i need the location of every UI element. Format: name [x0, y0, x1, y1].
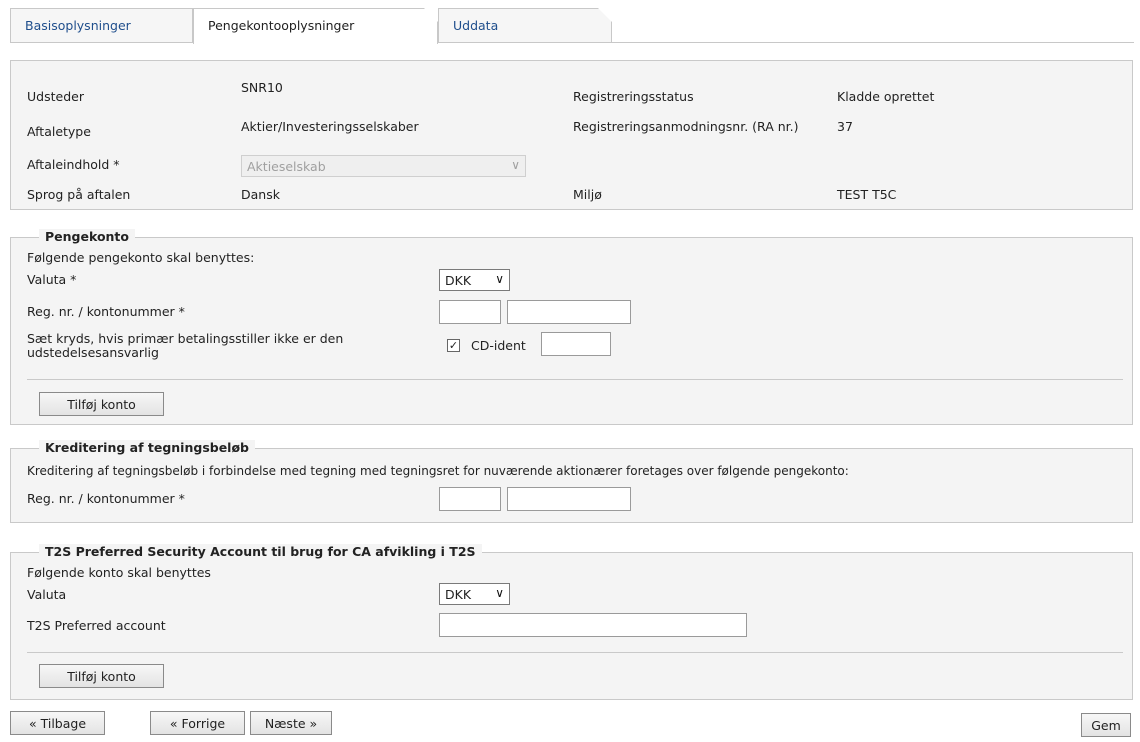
regstatus-label: Registreringsstatus — [573, 89, 694, 104]
t2s-add-konto-button[interactable]: Tilføj konto — [39, 664, 164, 688]
pengekonto-legend: Pengekonto — [39, 229, 135, 244]
kreditering-kontonummer-input[interactable] — [507, 487, 631, 511]
t2s-account-label: T2S Preferred account — [27, 618, 166, 633]
tab-label: Uddata — [453, 18, 499, 33]
kreditering-regnr-label: Reg. nr. / kontonummer * — [27, 491, 185, 506]
divider — [27, 652, 1123, 653]
t2s-valuta-label: Valuta — [27, 587, 67, 602]
tab-corner-fold — [598, 8, 612, 22]
aftaleindhold-selected: Aktieselskab — [247, 159, 326, 174]
t2s-valuta-selected: DKK — [445, 587, 472, 602]
aftaletype-label: Aftaletype — [27, 124, 91, 139]
kreditering-regnr-input[interactable] — [439, 487, 501, 511]
valuta-label: Valuta * — [27, 272, 77, 287]
tab-corner-fold — [424, 8, 438, 22]
tab-pengekontooplysninger[interactable]: Pengekontooplysninger — [193, 8, 438, 44]
tabbar-divider — [10, 42, 1134, 43]
chevron-down-icon: ∨ — [511, 158, 520, 172]
cdident-input[interactable] — [541, 332, 611, 356]
aftaleindhold-label: Aftaleindhold * — [27, 157, 120, 172]
gem-button[interactable]: Gem — [1081, 713, 1131, 737]
aftaletype-value: Aktier/Investeringsselskaber — [241, 119, 419, 134]
aftaleindhold-select[interactable]: Aktieselskab ∨ — [241, 155, 526, 177]
forrige-button[interactable]: « Forrige — [150, 711, 245, 735]
naeste-button[interactable]: Næste » — [250, 711, 332, 735]
miljo-value: TEST T5C — [837, 187, 897, 202]
sprog-value: Dansk — [241, 187, 280, 202]
regstatus-value: Kladde oprettet — [837, 89, 935, 104]
kreditering-legend: Kreditering af tegningsbeløb — [39, 440, 256, 455]
udsteder-value: SNR10 — [241, 80, 283, 95]
tab-uddata[interactable]: Uddata — [438, 8, 612, 42]
add-konto-button[interactable]: Tilføj konto — [39, 392, 164, 416]
cdident-label: CD-ident — [471, 338, 526, 353]
kontonummer-input[interactable] — [507, 300, 631, 324]
t2s-intro: Følgende konto skal benyttes — [27, 565, 211, 580]
tilbage-button[interactable]: « Tilbage — [10, 711, 105, 735]
t2s-legend: T2S Preferred Security Account til brug … — [39, 544, 482, 559]
kreditering-group: Kreditering af tegningsbeløb Kreditering… — [10, 440, 1133, 523]
miljo-label: Miljø — [573, 187, 602, 202]
info-panel: Udsteder SNR10 Aftaletype Aktier/Investe… — [10, 60, 1133, 210]
valuta-selected: DKK — [445, 273, 472, 288]
sprog-label: Sprog på aftalen — [27, 187, 131, 202]
ranr-label: Registreringsanmodningsnr. (RA nr.) — [573, 119, 799, 134]
valuta-select[interactable]: DKK ∨ — [439, 269, 510, 291]
tab-label: Basisoplysninger — [25, 18, 131, 33]
regnr-input[interactable] — [439, 300, 501, 324]
divider — [27, 379, 1123, 380]
pengekonto-intro: Følgende pengekonto skal benyttes: — [27, 250, 255, 265]
tab-basisoplysninger[interactable]: Basisoplysninger — [10, 8, 193, 42]
ranr-value: 37 — [837, 119, 853, 134]
udsteder-label: Udsteder — [27, 89, 84, 104]
kryds-label: Sæt kryds, hvis primær betalingsstiller … — [27, 331, 344, 360]
t2s-group: T2S Preferred Security Account til brug … — [10, 544, 1133, 700]
chevron-down-icon: ∨ — [495, 272, 504, 286]
chevron-down-icon: ∨ — [495, 586, 504, 600]
regnr-label: Reg. nr. / kontonummer * — [27, 304, 185, 319]
kreditering-intro: Kreditering af tegningsbeløb i forbindel… — [27, 464, 849, 478]
t2s-valuta-select[interactable]: DKK ∨ — [439, 583, 510, 605]
pengekonto-group: Pengekonto Følgende pengekonto skal beny… — [10, 229, 1133, 425]
t2s-account-input[interactable] — [439, 613, 747, 637]
tab-label: Pengekontooplysninger — [208, 18, 355, 33]
betalingsstiller-checkbox[interactable]: ✓ — [447, 339, 460, 352]
